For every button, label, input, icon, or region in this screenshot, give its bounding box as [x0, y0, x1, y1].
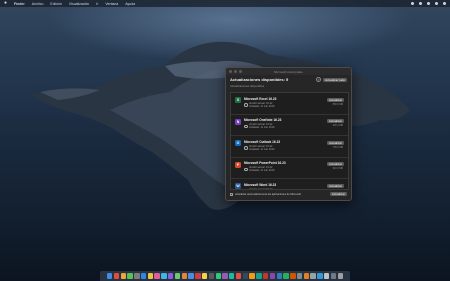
window-header: Actualizaciones disponibles: 5 ? Actuali…	[226, 75, 351, 84]
dock-app-icon[interactable]	[174, 273, 181, 279]
update-button[interactable]: Actualizar	[326, 140, 344, 145]
wifi-icon[interactable]	[419, 2, 422, 5]
auto-update-label: Actualizar automáticamente las aplicacio…	[235, 192, 301, 196]
update-list-item: O Microsoft Outlook 16.23 Versión actual: …	[231, 136, 348, 158]
update-size: 910,3 MB	[332, 167, 343, 170]
update-all-button[interactable]: Actualizar todo	[323, 77, 347, 82]
menu-ventana[interactable]: Ventana	[105, 2, 118, 6]
update-size: 1,02 GB	[334, 188, 343, 190]
autoupdate-window: Microsoft AutoUpdate Actualizaciones dis…	[225, 67, 352, 201]
dock-app-icon[interactable]	[303, 273, 310, 279]
update-button[interactable]: Actualizar	[326, 183, 344, 188]
update-size: 850,6 MB	[332, 102, 343, 106]
menu-bar: ● Finder Archivo Edición Visualización I…	[0, 0, 450, 7]
word-icon: W	[235, 183, 241, 189]
updates-list[interactable]: X Microsoft Excel 16.23 Versión actual: 16…	[230, 92, 349, 190]
app-name: Microsoft Word 16.23	[244, 182, 277, 187]
dock-app-icon[interactable]	[222, 273, 228, 279]
dock-app-icon[interactable]	[276, 273, 282, 279]
apple-menu-icon[interactable]: ●	[4, 1, 7, 6]
dock-app-icon[interactable]	[154, 273, 160, 279]
update-list-item: W Microsoft Word 16.23 Versión actual: 16.…	[231, 179, 348, 190]
dock-app-icon[interactable]	[113, 273, 120, 279]
dock-app-icon[interactable]	[310, 273, 316, 279]
menu-ir[interactable]: Ir	[96, 2, 98, 6]
updates-subheading: Actualizaciones disponibles	[230, 84, 265, 88]
dock-app-icon[interactable]	[168, 273, 174, 279]
footer-update-button[interactable]: Actualizar	[329, 192, 347, 196]
clock-icon	[244, 146, 248, 150]
clock-icon	[244, 167, 248, 171]
menu-app-name[interactable]: Finder	[14, 2, 25, 6]
dock-app-icon[interactable]	[324, 273, 330, 279]
install-date: Instalado: 11 mar 2019	[249, 126, 275, 130]
update-button[interactable]: Actualizar	[326, 162, 344, 166]
menu-visualizacion[interactable]: Visualización	[69, 2, 89, 6]
window-titlebar: Microsoft AutoUpdate	[226, 68, 351, 75]
dock-app-icon[interactable]	[195, 273, 201, 279]
clock-icon	[244, 124, 248, 128]
dock-app-icon[interactable]	[337, 273, 343, 279]
app-name: Microsoft Outlook 16.23	[244, 139, 281, 144]
dock-app-icon[interactable]	[201, 273, 208, 279]
menu-archivo[interactable]: Archivo	[32, 2, 44, 6]
help-icon[interactable]: ?	[316, 77, 322, 82]
dock-app-icon[interactable]	[317, 273, 323, 279]
menu-edicion[interactable]: Edición	[50, 2, 61, 6]
powerpoint-icon: P	[235, 161, 241, 168]
menu-status-area	[411, 2, 446, 5]
dock-app-icon[interactable]	[269, 273, 276, 279]
update-size: 765,0 MB	[332, 145, 343, 149]
update-size: 620,1 MB	[332, 124, 343, 127]
excel-icon: X	[235, 97, 241, 103]
battery-icon[interactable]	[427, 2, 430, 5]
update-list-item: P Microsoft PowerPoint 16.23 Versión actua…	[231, 158, 348, 179]
updates-count-title: Actualizaciones disponibles: 5	[230, 77, 289, 82]
dock-app-icon[interactable]	[256, 273, 262, 279]
window-title: Microsoft AutoUpdate	[274, 69, 303, 74]
dock-app-icon[interactable]	[242, 273, 249, 279]
dock-app-icon[interactable]	[127, 273, 133, 279]
status-icon[interactable]	[411, 2, 414, 5]
install-date: Instalado: 11 mar 2019	[249, 169, 275, 173]
spotlight-icon[interactable]	[435, 2, 438, 5]
update-list-item: N Microsoft OneNote 16.23 Versión actual: …	[231, 115, 348, 136]
dock-app-icon[interactable]	[235, 273, 242, 279]
update-button[interactable]: Actualizar	[326, 119, 344, 123]
dock-app-icon[interactable]	[140, 273, 147, 279]
update-button[interactable]: Actualizar	[326, 97, 344, 102]
dock-app-icon[interactable]	[161, 273, 167, 279]
clock-icon	[244, 189, 248, 190]
dock-app-icon[interactable]	[181, 273, 187, 279]
dock-app-icon[interactable]	[120, 273, 126, 279]
update-list-item: X Microsoft Excel 16.23 Versión actual: 16…	[231, 93, 348, 115]
app-name: Microsoft OneNote 16.23	[244, 118, 282, 122]
dock-app-icon[interactable]	[262, 273, 269, 279]
window-footer: Actualizar automáticamente las aplicacio…	[230, 191, 347, 197]
current-version: Versión actual: 16.22	[249, 187, 273, 190]
dock-app-icon[interactable]	[208, 273, 215, 279]
menu-ayuda[interactable]: Ayuda	[125, 2, 135, 6]
dock	[100, 271, 350, 281]
dock-app-icon[interactable]	[296, 273, 303, 279]
dock-app-icon[interactable]	[188, 273, 194, 279]
install-date: Instalado: 11 mar 2019	[249, 104, 275, 108]
dock-app-icon[interactable]	[290, 273, 296, 279]
dock-app-icon[interactable]	[134, 273, 140, 279]
outlook-icon: O	[235, 140, 241, 146]
dock-app-icon[interactable]	[249, 273, 255, 279]
dock-app-icon[interactable]	[215, 273, 221, 279]
clock-icon	[244, 103, 248, 107]
install-date: Instalado: 11 mar 2019	[249, 147, 275, 151]
dock-app-icon[interactable]	[283, 273, 289, 279]
notification-center-icon[interactable]	[443, 2, 446, 5]
app-name: Microsoft Excel 16.23	[244, 96, 277, 101]
dock-app-icon[interactable]	[330, 273, 337, 279]
dock-app-icon[interactable]	[107, 273, 113, 279]
dock-app-icon[interactable]	[229, 273, 235, 279]
onenote-icon: N	[235, 118, 241, 125]
app-name: Microsoft PowerPoint 16.23	[244, 161, 286, 165]
auto-update-checkbox[interactable]	[230, 192, 233, 196]
dock-app-icon[interactable]	[147, 273, 154, 279]
